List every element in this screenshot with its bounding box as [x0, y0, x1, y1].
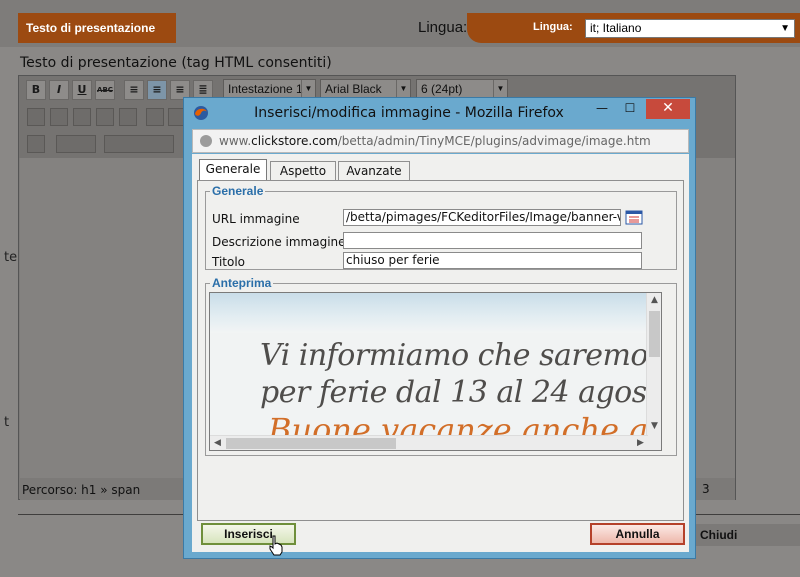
horizontal-scrollbar[interactable]: ◀ ▶: [210, 435, 648, 450]
dialog-client-area: Generale Aspetto Avanzate Generale URL i…: [192, 154, 689, 556]
paste-text-icon[interactable]: [96, 108, 114, 126]
chevron-down-icon: ▼: [780, 23, 790, 34]
preview-text-line: per ferie dal 13 al 24 agosto co: [260, 375, 661, 410]
lingua-bar-label: Lingua:: [533, 21, 573, 33]
image-dialog-window: Inserisci/modifica immagine - Mozilla Fi…: [183, 97, 696, 559]
tab-panel-generale: Generale URL immagine /betta/pimages/FCK…: [197, 181, 684, 521]
left-text-fragment: te: [4, 250, 18, 265]
banner-sky: [210, 293, 661, 333]
chevron-down-icon: ▼: [396, 80, 410, 98]
url-path: /betta/admin/TinyMCE/plugins/advimage/im…: [337, 134, 651, 148]
title-label: Titolo: [212, 255, 246, 269]
lingua-select-value: it; Italiano: [590, 21, 642, 35]
chevron-up-icon[interactable]: ▲: [647, 293, 661, 308]
window-title: Inserisci/modifica immagine - Mozilla Fi…: [254, 105, 564, 121]
tab-aspetto[interactable]: Aspetto: [270, 161, 336, 181]
url-input[interactable]: /betta/pimages/FCKeditorFiles/Image/bann…: [343, 209, 621, 226]
chevron-down-icon[interactable]: ▼: [647, 419, 661, 434]
find-icon[interactable]: [146, 108, 164, 126]
align-center-icon: ≡: [152, 83, 162, 96]
align-left-button[interactable]: ≡: [124, 80, 144, 100]
align-right-icon: ≡: [175, 83, 185, 96]
tab-avanzate[interactable]: Avanzate: [338, 161, 410, 181]
section-title: Testo di presentazione (tag HTML consent…: [20, 55, 332, 71]
description-label: Descrizione immagine: [212, 235, 346, 249]
browse-icon[interactable]: [625, 210, 643, 225]
edit-icon[interactable]: [27, 135, 45, 153]
url-host: clickstore.com: [251, 134, 338, 148]
cancel-button[interactable]: Annulla: [590, 523, 685, 545]
chevron-down-icon: ▼: [493, 80, 507, 98]
font-select[interactable]: Arial Black ▼: [320, 79, 411, 99]
left-text-fragment: t: [4, 415, 10, 430]
minimize-icon: —: [596, 101, 608, 115]
strikethrough-button[interactable]: ABC: [95, 80, 115, 100]
preview-text-line: Vi informiamo che saremo chiu: [260, 338, 661, 373]
size-select-value: 6 (24pt): [421, 82, 463, 96]
hand-cursor-icon: [269, 535, 283, 556]
font-select-value: Arial Black: [325, 82, 382, 96]
chevron-down-icon: ▼: [301, 80, 315, 98]
chevron-left-icon[interactable]: ◀: [210, 436, 225, 450]
maximize-icon: ☐: [624, 101, 636, 115]
table-rows-icon[interactable]: [104, 135, 174, 153]
description-input[interactable]: [343, 232, 642, 249]
image-preview[interactable]: Vi informiamo che saremo chiu per ferie …: [209, 292, 662, 451]
url-bar[interactable]: www.clickstore.com/betta/admin/TinyMCE/p…: [192, 129, 689, 153]
general-legend: Generale: [212, 184, 264, 198]
horizontal-scroll-thumb[interactable]: [226, 438, 396, 449]
tab-testo-presentazione[interactable]: Testo di presentazione: [18, 13, 176, 43]
format-select-value: Intestazione 1: [228, 82, 303, 96]
url-prefix: www.: [219, 134, 252, 148]
paste-word-icon[interactable]: [119, 108, 137, 126]
vertical-scroll-thumb[interactable]: [649, 311, 660, 357]
window-titlebar[interactable]: Inserisci/modifica immagine - Mozilla Fi…: [184, 98, 695, 129]
align-center-button[interactable]: ≡: [147, 80, 167, 100]
window-close-button[interactable]: ✕: [646, 99, 690, 119]
lingua-select[interactable]: it; Italiano ▼: [585, 19, 795, 38]
close-icon: ✕: [662, 100, 674, 116]
close-button[interactable]: Chiudi: [690, 524, 800, 546]
paste-icon[interactable]: [73, 108, 91, 126]
maximize-button[interactable]: ☐: [616, 99, 644, 119]
lingua-label: Lingua:: [418, 19, 468, 36]
preview-legend: Anteprima: [212, 276, 272, 290]
cut-icon[interactable]: [27, 108, 45, 126]
table-icon[interactable]: [56, 135, 96, 153]
bold-button[interactable]: B: [26, 80, 46, 100]
align-left-icon: ≡: [129, 83, 139, 96]
tab-generale[interactable]: Generale: [199, 159, 267, 181]
copy-icon[interactable]: [50, 108, 68, 126]
chevron-right-icon[interactable]: ▶: [633, 436, 648, 450]
statusbar-counter: 3: [702, 482, 710, 496]
italic-button[interactable]: I: [49, 80, 69, 100]
url-label: URL immagine: [212, 212, 300, 226]
title-input[interactable]: chiuso per ferie: [343, 252, 642, 269]
align-justify-icon: ≣: [198, 83, 208, 96]
underline-button[interactable]: U: [72, 80, 92, 100]
minimize-button[interactable]: —: [588, 99, 616, 119]
globe-icon: [200, 135, 212, 147]
format-select[interactable]: Intestazione 1 ▼: [223, 79, 316, 99]
size-select[interactable]: 6 (24pt) ▼: [416, 79, 508, 99]
vertical-scrollbar[interactable]: ▲ ▼: [646, 293, 661, 450]
